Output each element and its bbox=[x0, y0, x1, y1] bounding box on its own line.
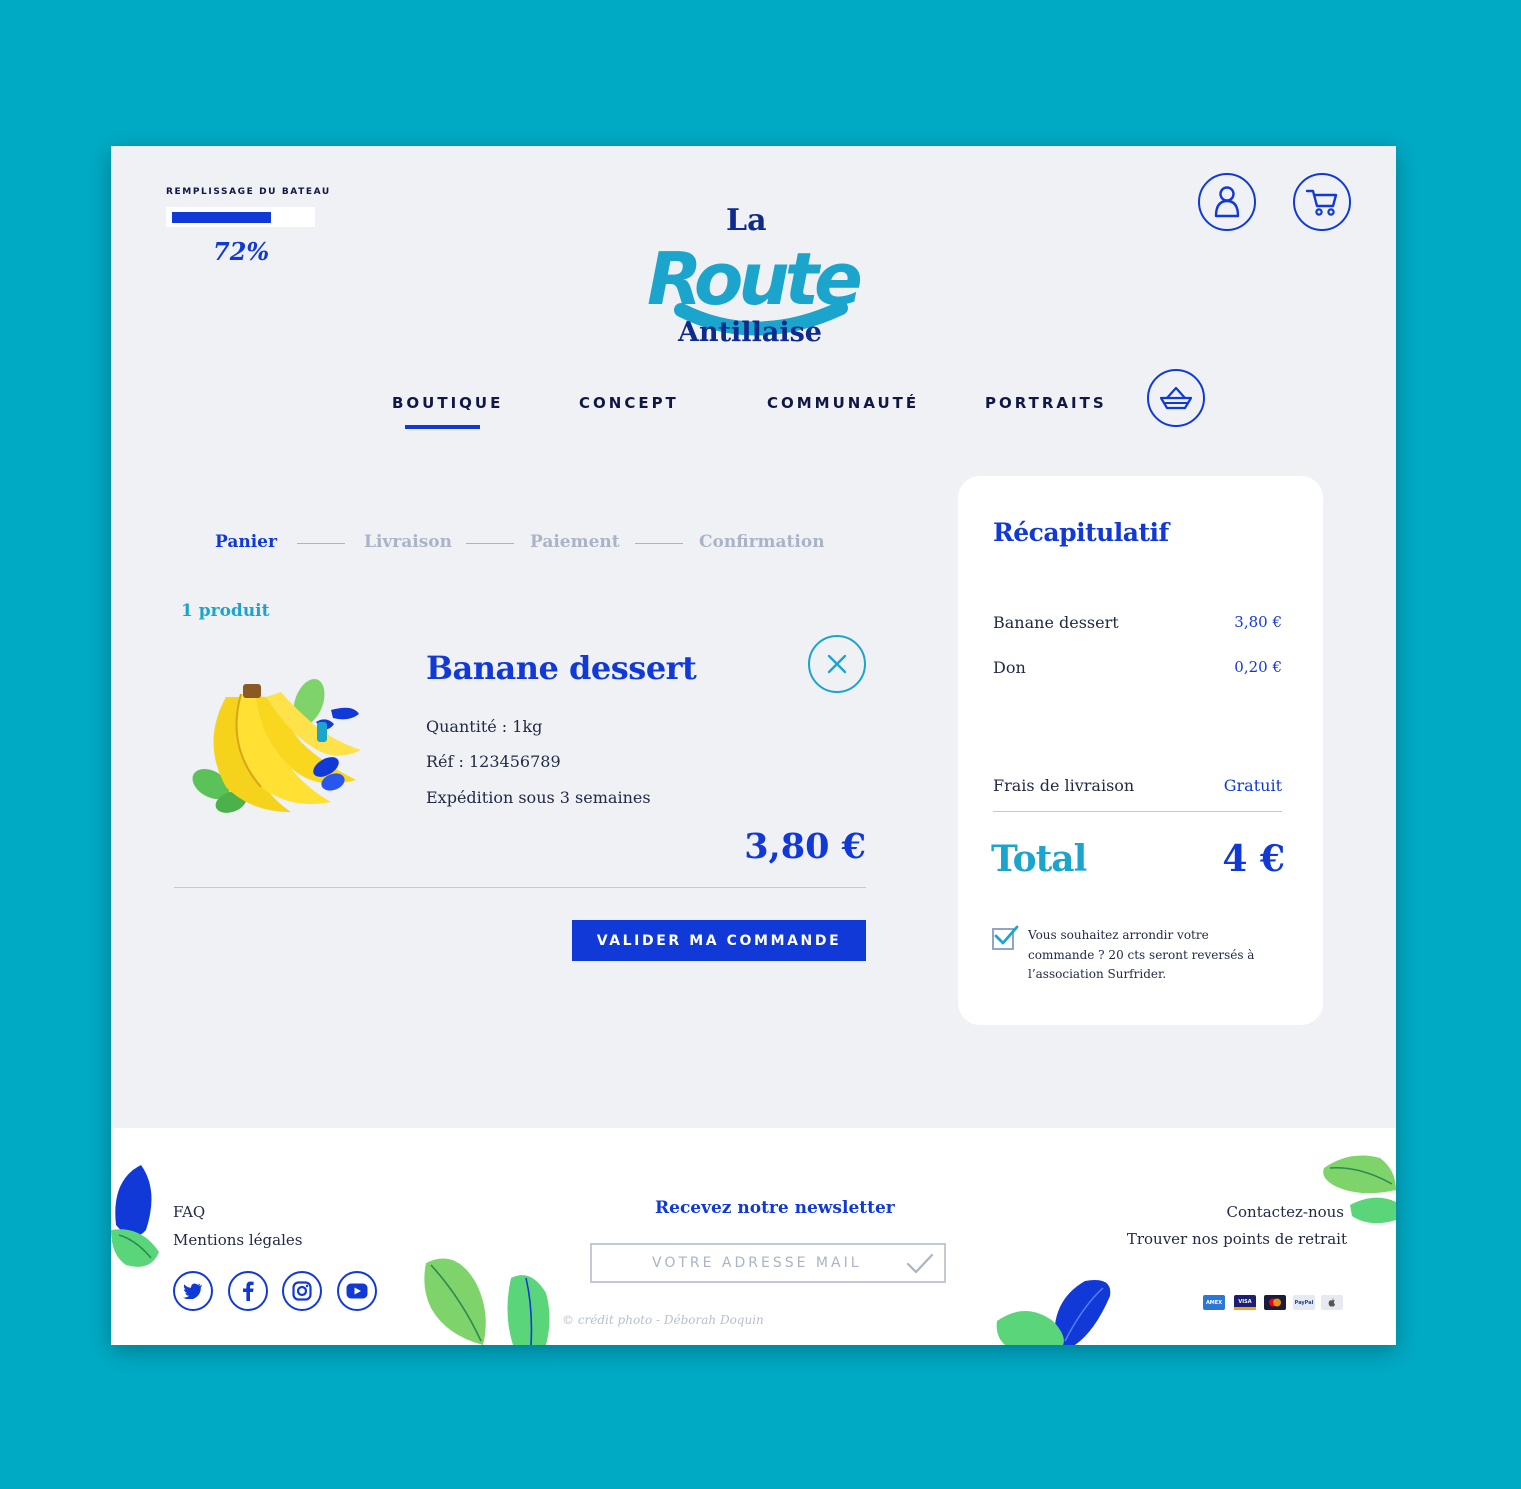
boat-fill-track bbox=[166, 207, 315, 227]
facebook-icon bbox=[243, 1281, 254, 1301]
leaf-decoration bbox=[996, 1280, 1111, 1345]
user-icon bbox=[1214, 186, 1240, 218]
facebook-button[interactable] bbox=[228, 1271, 268, 1311]
check-icon bbox=[994, 925, 1019, 945]
boat-fill-percent: 72% bbox=[213, 237, 270, 266]
visa-icon: VISA bbox=[1234, 1295, 1256, 1310]
step-connector bbox=[635, 543, 683, 544]
footer-link-mentions[interactable]: Mentions légales bbox=[173, 1231, 302, 1249]
nav-concept[interactable]: CONCEPT bbox=[579, 394, 679, 412]
apple-pay-icon bbox=[1321, 1295, 1343, 1310]
paypal-icon: PayPal bbox=[1293, 1295, 1315, 1310]
step-confirmation[interactable]: Confirmation bbox=[699, 532, 825, 552]
product-title[interactable]: Banane dessert bbox=[426, 649, 697, 687]
leaf-decoration bbox=[424, 1258, 550, 1345]
summary-donation-label: Don bbox=[993, 658, 1026, 677]
nav-communaute[interactable]: COMMUNAUTÉ bbox=[767, 394, 919, 412]
instagram-icon bbox=[292, 1281, 312, 1301]
summary-donation-value: 0,20 € bbox=[1234, 658, 1282, 676]
summary-shipping-value: Gratuit bbox=[1223, 776, 1282, 795]
step-connector bbox=[466, 543, 514, 544]
newsletter-email-input[interactable] bbox=[592, 1245, 892, 1281]
nav-active-indicator bbox=[405, 425, 480, 429]
step-panier[interactable]: Panier bbox=[215, 532, 277, 552]
la-route-antillaise-logo[interactable]: La Route Antillaise bbox=[641, 198, 871, 348]
summary-item-label: Banane dessert bbox=[993, 613, 1119, 632]
close-icon bbox=[827, 654, 847, 674]
twitter-icon bbox=[183, 1283, 202, 1299]
nav-boutique[interactable]: BOUTIQUE bbox=[392, 394, 503, 412]
step-paiement[interactable]: Paiement bbox=[530, 532, 620, 552]
round-up-text: Vous souhaitez arrondir votre commande ?… bbox=[1028, 928, 1255, 981]
step-connector bbox=[297, 543, 345, 544]
leaf-decoration bbox=[111, 1165, 159, 1267]
instagram-button[interactable] bbox=[282, 1271, 322, 1311]
amex-icon: AMEX bbox=[1203, 1295, 1225, 1310]
footer-link-faq[interactable]: FAQ bbox=[173, 1203, 205, 1221]
product-quantity: Quantité : 1kg bbox=[426, 717, 543, 736]
footer: FAQ Mentions légales Recevez notre newsl… bbox=[111, 1128, 1396, 1345]
summary-title: Récapitulatif bbox=[993, 518, 1169, 547]
cart-divider bbox=[174, 887, 866, 888]
leaf-decoration bbox=[1323, 1155, 1396, 1224]
nav-portraits[interactable]: PORTRAITS bbox=[985, 394, 1107, 412]
boat-fill-bar bbox=[172, 212, 271, 223]
mastercard-icon bbox=[1264, 1295, 1286, 1310]
product-shipping: Expédition sous 3 semaines bbox=[426, 788, 651, 807]
boat-icon bbox=[1159, 386, 1193, 410]
cart-button[interactable] bbox=[1293, 173, 1351, 231]
youtube-button[interactable] bbox=[337, 1271, 377, 1311]
cart-icon bbox=[1305, 189, 1338, 216]
page-frame: REMPLISSAGE DU BATEAU 72% La Route Antil… bbox=[111, 146, 1396, 1345]
cart-count: 1 produit bbox=[181, 601, 270, 621]
remove-product-button[interactable] bbox=[808, 635, 866, 693]
photo-credit: © crédit photo - Déborah Doquin bbox=[562, 1313, 764, 1327]
summary-item-value: 3,80 € bbox=[1234, 613, 1282, 631]
round-up-checkbox[interactable] bbox=[992, 925, 1019, 950]
step-livraison[interactable]: Livraison bbox=[364, 532, 452, 552]
product-price: 3,80 € bbox=[744, 826, 866, 867]
newsletter-title: Recevez notre newsletter bbox=[655, 1198, 895, 1218]
product-ref: Réf : 123456789 bbox=[426, 752, 561, 771]
newsletter-form bbox=[590, 1243, 946, 1283]
logo-la: La bbox=[726, 203, 767, 238]
summary-total-label: Total bbox=[991, 838, 1087, 880]
logo-route: Route bbox=[647, 237, 861, 321]
banana-illustration bbox=[192, 678, 361, 813]
summary-divider bbox=[993, 811, 1282, 812]
boat-button[interactable] bbox=[1147, 369, 1205, 427]
account-button[interactable] bbox=[1198, 173, 1256, 231]
submit-check-icon[interactable] bbox=[906, 1252, 934, 1276]
twitter-button[interactable] bbox=[173, 1271, 213, 1311]
validate-order-button[interactable]: VALIDER MA COMMANDE bbox=[572, 920, 866, 961]
footer-link-pickup-points[interactable]: Trouver nos points de retrait bbox=[1127, 1230, 1347, 1248]
youtube-icon bbox=[346, 1283, 368, 1299]
summary-total-value: 4 € bbox=[1222, 838, 1285, 880]
logo-antillaise: Antillaise bbox=[677, 317, 822, 348]
summary-shipping-label: Frais de livraison bbox=[993, 776, 1135, 795]
boat-fill-label: REMPLISSAGE DU BATEAU bbox=[166, 187, 331, 197]
order-summary: Récapitulatif Banane dessert 3,80 € Don … bbox=[958, 476, 1323, 1025]
